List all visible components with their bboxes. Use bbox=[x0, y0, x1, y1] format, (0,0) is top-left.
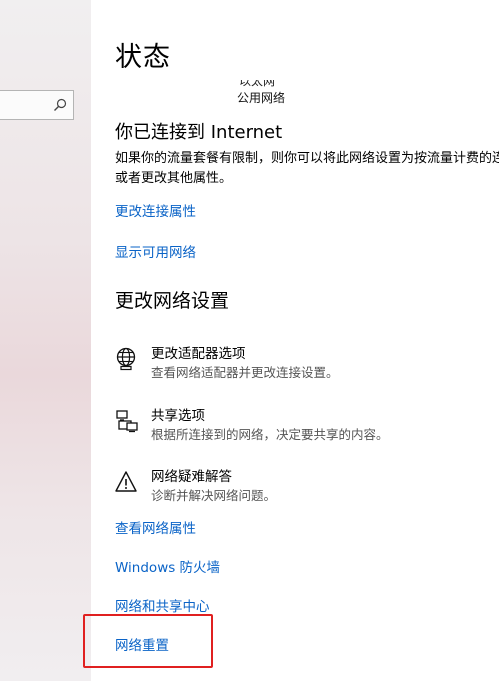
change-adapter-options-item[interactable]: 更改适配器选项 查看网络适配器并更改连接设置。 bbox=[115, 345, 495, 389]
windows-firewall-link[interactable]: Windows 防火墙 bbox=[115, 558, 220, 578]
option-title: 更改适配器选项 bbox=[151, 346, 246, 362]
change-network-settings-heading: 更改网络设置 bbox=[115, 290, 230, 312]
page-title: 状态 bbox=[115, 42, 171, 73]
view-network-properties-link[interactable]: 查看网络属性 bbox=[115, 519, 196, 539]
sharing-options-item[interactable]: 共享选项 根据所连接到的网络，决定要共享的内容。 bbox=[115, 407, 495, 451]
change-connection-properties-link[interactable]: 更改连接属性 bbox=[115, 202, 196, 222]
connection-status-heading: 你已连接到 Internet bbox=[115, 122, 283, 143]
sharing-icon bbox=[116, 410, 138, 433]
option-title: 网络疑难解答 bbox=[151, 469, 232, 485]
metered-connection-description: 如果你的流量套餐有限制，则你可以将此网络设置为按流量计费的连接，或者更改其他属性… bbox=[115, 151, 499, 186]
warning-icon bbox=[115, 471, 137, 492]
search-icon[interactable] bbox=[53, 98, 67, 112]
network-icon-caption: 以太网 bbox=[239, 74, 276, 88]
network-status-panel: 状态 以太网 公用网络 你已连接到 Internet 如果你的流量套餐有限制，则… bbox=[91, 0, 499, 681]
network-profile-label: 公用网络 bbox=[237, 91, 286, 105]
option-title: 共享选项 bbox=[151, 408, 205, 424]
highlight-annotation-box bbox=[83, 614, 213, 668]
network-troubleshooter-item[interactable]: 网络疑难解答 诊断并解决网络问题。 bbox=[115, 468, 495, 512]
option-description: 诊断并解决网络问题。 bbox=[151, 488, 277, 503]
option-description: 根据所连接到的网络，决定要共享的内容。 bbox=[151, 427, 389, 442]
adapter-globe-icon bbox=[116, 347, 136, 371]
settings-sidebar bbox=[0, 0, 91, 681]
option-description: 查看网络适配器并更改连接设置。 bbox=[151, 365, 339, 380]
search-input[interactable] bbox=[0, 90, 74, 120]
show-available-networks-link[interactable]: 显示可用网络 bbox=[115, 243, 196, 263]
